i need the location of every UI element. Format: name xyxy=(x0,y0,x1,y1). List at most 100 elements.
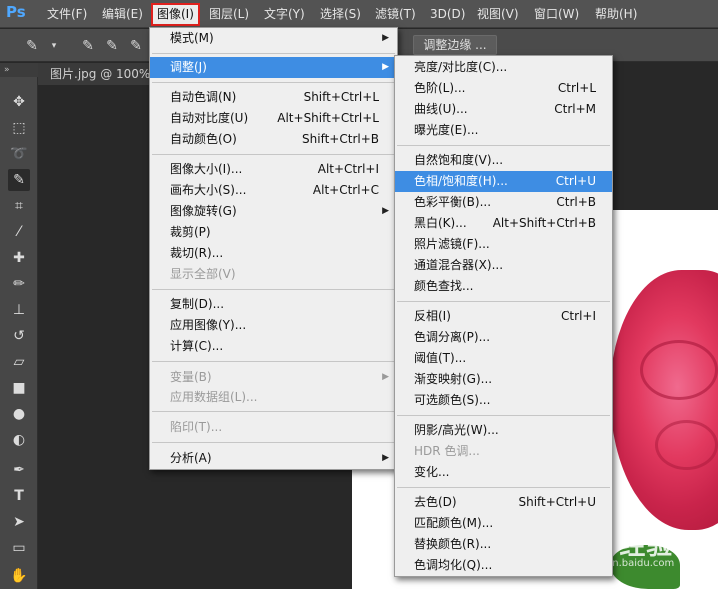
menu-item-image-size[interactable]: 图像大小(I)... Alt+Ctrl+I xyxy=(150,159,397,180)
quick-selection-tool-icon[interactable]: ✎ xyxy=(22,36,42,56)
submenu-arrow-icon: ▶ xyxy=(382,33,389,43)
menu-view[interactable]: 视图(V) xyxy=(473,5,523,24)
menu-item-label: 反相(I) xyxy=(414,309,451,323)
menu-item-vibrance[interactable]: 自然饱和度(V)... xyxy=(395,150,612,171)
menu-item-label: 去色(D) xyxy=(414,495,457,509)
menu-item-label: 色阶(L)... xyxy=(414,81,466,95)
menu-item-apply-image[interactable]: 应用图像(Y)... xyxy=(150,315,397,336)
menu-item-trim[interactable]: 裁切(R)... xyxy=(150,243,397,264)
menu-3d[interactable]: 3D(D) xyxy=(426,5,469,24)
photoshop-window: Ps 文件(F) 编辑(E) 图像(I) 图层(L) 文字(Y) 选择(S) 滤… xyxy=(0,0,718,589)
blur-tool-icon[interactable]: ● xyxy=(8,403,30,425)
history-brush-tool-icon[interactable]: ↺ xyxy=(8,325,30,347)
refine-edge-button[interactable]: 调整边缘 ... xyxy=(413,35,497,55)
menu-item-hue-saturation[interactable]: 色相/饱和度(H)... Ctrl+U xyxy=(395,171,612,192)
menu-item-mode[interactable]: 模式(M) ▶ xyxy=(150,28,397,49)
menu-item-curves[interactable]: 曲线(U)... Ctrl+M xyxy=(395,99,612,120)
menu-item-label: 分析(A) xyxy=(170,451,212,465)
menu-item-label: 画布大小(S)... xyxy=(170,183,247,197)
eraser-tool-icon[interactable]: ▱ xyxy=(8,351,30,373)
menu-item-label: 可选颜色(S)... xyxy=(414,393,491,407)
menu-item-replace-color[interactable]: 替换颜色(R)... xyxy=(395,534,612,555)
menu-select[interactable]: 选择(S) xyxy=(316,5,365,24)
menu-item-levels[interactable]: 色阶(L)... Ctrl+L xyxy=(395,78,612,99)
menu-item-black-white[interactable]: 黑白(K)... Alt+Shift+Ctrl+B xyxy=(395,213,612,234)
menu-item-label: 变化... xyxy=(414,465,450,479)
menu-layer[interactable]: 图层(L) xyxy=(205,5,253,24)
menu-item-adjustments[interactable]: 调整(J) ▶ xyxy=(150,57,397,78)
menu-item-apply-data-set: 应用数据组(L)... xyxy=(150,387,397,408)
eyedropper-tool-icon[interactable]: ⁄ xyxy=(8,221,30,243)
menu-item-label: 应用数据组(L)... xyxy=(170,390,258,404)
menu-item-label: 通道混合器(X)... xyxy=(414,258,504,272)
menu-item-label: 显示全部(V) xyxy=(170,267,236,281)
menu-item-calculations[interactable]: 计算(C)... xyxy=(150,336,397,357)
menu-window[interactable]: 窗口(W) xyxy=(530,5,583,24)
menu-item-duplicate[interactable]: 复制(D)... xyxy=(150,294,397,315)
menu-item-gradient-map[interactable]: 渐变映射(G)... xyxy=(395,369,612,390)
path-selection-tool-icon[interactable]: ➤ xyxy=(8,511,30,533)
tool-preset-chevron-icon[interactable]: ▾ xyxy=(44,36,64,56)
clone-stamp-tool-icon[interactable]: ⊥ xyxy=(8,299,30,321)
menu-separator xyxy=(152,289,395,290)
menu-item-auto-color[interactable]: 自动颜色(O) Shift+Ctrl+B xyxy=(150,129,397,150)
menu-item-variations[interactable]: 变化... xyxy=(395,462,612,483)
type-tool-icon[interactable]: T xyxy=(8,485,30,507)
menu-item-shadows-highlights[interactable]: 阴影/高光(W)... xyxy=(395,420,612,441)
menu-separator xyxy=(397,415,610,416)
healing-brush-tool-icon[interactable]: ✚ xyxy=(8,247,30,269)
dodge-tool-icon[interactable]: ◐ xyxy=(8,429,30,451)
menu-item-canvas-size[interactable]: 画布大小(S)... Alt+Ctrl+C xyxy=(150,180,397,201)
menu-edit[interactable]: 编辑(E) xyxy=(98,5,147,24)
menu-item-exposure[interactable]: 曝光度(E)... xyxy=(395,120,612,141)
menu-item-shortcut: Alt+Shift+Ctrl+B xyxy=(492,216,596,230)
menu-help[interactable]: 帮助(H) xyxy=(591,5,641,24)
menu-item-invert[interactable]: 反相(I) Ctrl+I xyxy=(395,306,612,327)
menu-item-color-balance[interactable]: 色彩平衡(B)... Ctrl+B xyxy=(395,192,612,213)
hand-tool-icon[interactable]: ✋ xyxy=(8,565,30,587)
gradient-tool-icon[interactable]: ■ xyxy=(8,377,30,399)
menu-item-label: 渐变映射(G)... xyxy=(414,372,493,386)
menu-file[interactable]: 文件(F) xyxy=(43,5,91,24)
quick-selection-tool-icon[interactable]: ✎ xyxy=(8,169,30,191)
menu-item-crop[interactable]: 裁剪(P) xyxy=(150,222,397,243)
new-selection-brush-icon[interactable]: ✎ xyxy=(78,36,98,56)
brush-tool-icon[interactable]: ✏ xyxy=(8,273,30,295)
menu-item-selective-color[interactable]: 可选颜色(S)... xyxy=(395,390,612,411)
menu-separator xyxy=(397,145,610,146)
menu-item-label: 图像旋转(G) xyxy=(170,204,237,218)
menu-item-threshold[interactable]: 阈值(T)... xyxy=(395,348,612,369)
rectangle-tool-icon[interactable]: ▭ xyxy=(8,537,30,559)
menu-item-brightness-contrast[interactable]: 亮度/对比度(C)... xyxy=(395,57,612,78)
menu-type[interactable]: 文字(Y) xyxy=(260,5,309,24)
subtract-selection-brush-icon[interactable]: ✎ xyxy=(126,36,146,56)
menu-item-auto-contrast[interactable]: 自动对比度(U) Alt+Shift+Ctrl+L xyxy=(150,108,397,129)
menu-item-trap: 陷印(T)... xyxy=(150,417,397,438)
menu-item-analysis[interactable]: 分析(A) ▶ xyxy=(150,448,397,469)
pen-tool-icon[interactable]: ✒ xyxy=(8,459,30,481)
menu-item-auto-tone[interactable]: 自动色调(N) Shift+Ctrl+L xyxy=(150,87,397,108)
menu-separator xyxy=(152,411,395,412)
menu-item-equalize[interactable]: 色调均化(Q)... xyxy=(395,555,612,576)
menu-item-label: 裁切(R)... xyxy=(170,246,224,260)
menu-item-label: 自然饱和度(V)... xyxy=(414,153,504,167)
menu-item-image-rotation[interactable]: 图像旋转(G) ▶ xyxy=(150,201,397,222)
menu-filter[interactable]: 滤镜(T) xyxy=(371,5,420,24)
rose-petal xyxy=(640,340,718,400)
menu-image[interactable]: 图像(I) xyxy=(151,3,200,26)
marquee-tool-icon[interactable]: ⬚ xyxy=(8,117,30,139)
menu-item-color-lookup[interactable]: 颜色查找... xyxy=(395,276,612,297)
panel-collapse-icon[interactable]: » xyxy=(0,63,38,77)
lasso-tool-icon[interactable]: ➰ xyxy=(8,143,30,165)
menu-item-label: 图像大小(I)... xyxy=(170,162,243,176)
menu-item-match-color[interactable]: 匹配颜色(M)... xyxy=(395,513,612,534)
menu-item-channel-mixer[interactable]: 通道混合器(X)... xyxy=(395,255,612,276)
menu-item-label: 照片滤镜(F)... xyxy=(414,237,490,251)
move-tool-icon[interactable]: ✥ xyxy=(8,91,30,113)
menu-item-posterize[interactable]: 色调分离(P)... xyxy=(395,327,612,348)
crop-tool-icon[interactable]: ⌗ xyxy=(8,195,30,217)
menu-item-desaturate[interactable]: 去色(D) Shift+Ctrl+U xyxy=(395,492,612,513)
menu-item-photo-filter[interactable]: 照片滤镜(F)... xyxy=(395,234,612,255)
document-tab[interactable]: 图片.jpg @ 100%( xyxy=(38,63,150,85)
add-selection-brush-icon[interactable]: ✎ xyxy=(102,36,122,56)
